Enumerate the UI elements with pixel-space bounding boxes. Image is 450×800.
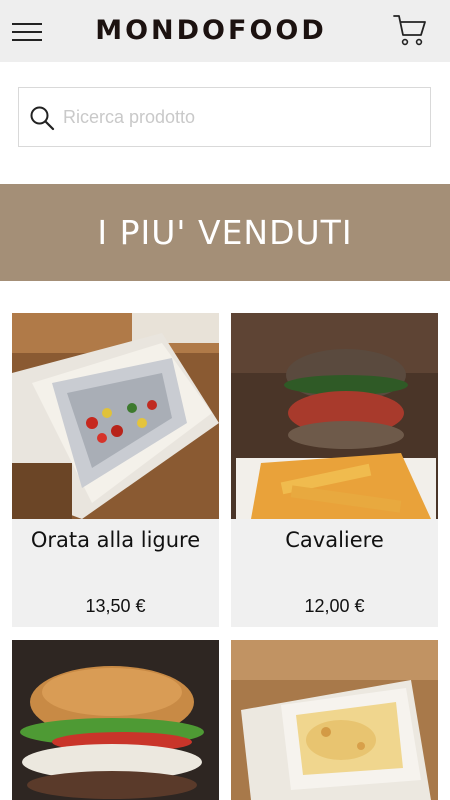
top-bar: MONDOFOOD: [0, 0, 450, 62]
product-card-burger[interactable]: [12, 640, 219, 800]
hamburger-menu-icon[interactable]: [12, 19, 44, 43]
product-price: 13,50 €: [85, 596, 146, 616]
product-card-lasagna[interactable]: [231, 640, 438, 800]
product-name[interactable]: Cavaliere: [231, 528, 438, 552]
product-price: 12,00 €: [304, 596, 365, 616]
product-card-orata[interactable]: Orata alla ligure 13,50 €: [12, 313, 219, 627]
search-box[interactable]: [18, 87, 431, 147]
product-image[interactable]: [12, 640, 219, 800]
brand-logo[interactable]: MONDOFOOD: [80, 12, 342, 50]
product-image[interactable]: [231, 313, 438, 519]
banner-title: I PIU' VENDUTI: [97, 213, 353, 252]
search-icon[interactable]: [29, 105, 55, 131]
product-image[interactable]: [12, 313, 219, 519]
product-image[interactable]: [231, 640, 438, 800]
product-name[interactable]: Orata alla ligure: [12, 528, 219, 552]
search-input[interactable]: [63, 96, 418, 138]
shopping-cart-icon[interactable]: [392, 13, 428, 47]
best-sellers-banner: I PIU' VENDUTI: [0, 184, 450, 281]
product-card-cavaliere[interactable]: Cavaliere 12,00 €: [231, 313, 438, 627]
